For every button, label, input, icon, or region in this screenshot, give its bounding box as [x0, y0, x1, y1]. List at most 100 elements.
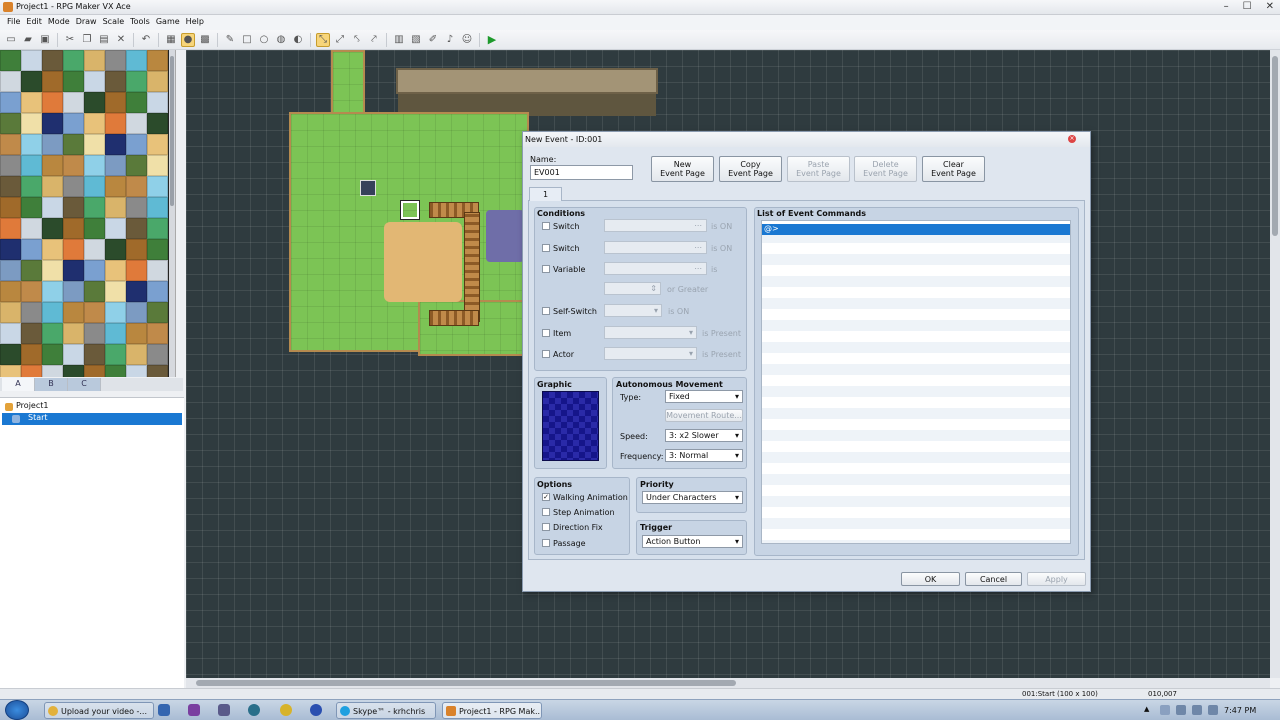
tileset-tile[interactable] — [84, 365, 105, 377]
tileset-tile[interactable] — [105, 113, 126, 134]
movement-type-select[interactable]: Fixed — [665, 390, 743, 403]
tileset-tile[interactable] — [105, 239, 126, 260]
tileset-tile[interactable] — [147, 239, 168, 260]
tileset-tile[interactable] — [42, 113, 63, 134]
tileset-tile[interactable] — [42, 155, 63, 176]
switch1-selector[interactable] — [604, 219, 707, 232]
tileset-tile[interactable] — [42, 365, 63, 377]
tileset-tile[interactable] — [63, 218, 84, 239]
tileset-tile[interactable] — [105, 197, 126, 218]
tray-volume-icon[interactable] — [1192, 705, 1202, 715]
tileset-tile[interactable] — [147, 71, 168, 92]
actor-selector[interactable] — [604, 347, 697, 360]
menu-scale[interactable]: Scale — [102, 15, 130, 30]
character-generator-icon[interactable]: ☺ — [460, 33, 474, 47]
tileset-tile[interactable] — [147, 260, 168, 281]
tileset-tile[interactable] — [0, 134, 21, 155]
tileset-tile[interactable] — [21, 50, 42, 71]
taskbar-rpgmaker-window[interactable]: Project1 - RPG Mak... — [442, 702, 542, 719]
new-project-icon[interactable]: ▭ — [4, 33, 18, 47]
tileset-tile[interactable] — [42, 344, 63, 365]
tileset-tile[interactable] — [0, 92, 21, 113]
tileset-tile[interactable] — [105, 260, 126, 281]
tray-network-icon[interactable] — [1176, 705, 1186, 715]
map-tree-project[interactable]: Project1 — [0, 401, 184, 413]
tileset-tile[interactable] — [147, 218, 168, 239]
tileset-tab-c[interactable]: C — [68, 378, 101, 391]
zoom-eighth-icon[interactable]: ⤤ — [367, 33, 381, 47]
dialog-title-bar[interactable]: New Event - ID:001 × — [523, 132, 1090, 147]
tileset-tile[interactable] — [126, 302, 147, 323]
tileset-tile[interactable] — [63, 260, 84, 281]
tileset-tab-a[interactable]: A — [2, 378, 35, 391]
tileset-tile[interactable] — [105, 365, 126, 377]
dialog-close-icon[interactable]: × — [1068, 135, 1076, 143]
save-project-icon[interactable]: ▣ — [38, 33, 52, 47]
tileset-tile[interactable] — [63, 92, 84, 113]
tileset-tile[interactable] — [105, 344, 126, 365]
tileset-tile[interactable] — [126, 323, 147, 344]
event-graphic-preview[interactable] — [542, 391, 599, 461]
map-tree-item-start[interactable]: Start — [2, 413, 182, 425]
tileset-tile[interactable] — [84, 92, 105, 113]
tileset-tile[interactable] — [42, 134, 63, 155]
tileset-tile[interactable] — [84, 260, 105, 281]
tileset-tile[interactable] — [126, 71, 147, 92]
menu-edit[interactable]: Edit — [25, 15, 47, 30]
tileset-tile[interactable] — [84, 323, 105, 344]
tileset-tile[interactable] — [42, 281, 63, 302]
tileset-tile[interactable] — [21, 155, 42, 176]
self-switch-selector[interactable] — [604, 304, 662, 317]
actor-checkbox[interactable] — [542, 350, 550, 358]
event-commands-list[interactable]: @> — [761, 220, 1071, 544]
menu-file[interactable]: File — [6, 15, 25, 30]
item-selector[interactable] — [604, 326, 697, 339]
ellipse-icon[interactable]: ○ — [257, 33, 271, 47]
menu-tools[interactable]: Tools — [129, 15, 155, 30]
tileset-tile[interactable] — [147, 92, 168, 113]
tileset-tab-b[interactable]: B — [35, 378, 68, 391]
tileset-tile[interactable] — [126, 134, 147, 155]
new-event-page-button[interactable]: New Event Page — [651, 156, 714, 182]
tileset-tile[interactable] — [63, 239, 84, 260]
movement-frequency-select[interactable]: 3: Normal — [665, 449, 743, 462]
app-icon-2[interactable] — [218, 704, 230, 716]
tileset-tile[interactable] — [84, 134, 105, 155]
tileset-tile[interactable] — [147, 323, 168, 344]
tray-flag-icon[interactable] — [1160, 705, 1170, 715]
sound-test-icon[interactable]: ♪ — [443, 33, 457, 47]
menu-mode[interactable]: Mode — [47, 15, 75, 30]
taskbar-skype-window[interactable]: Skype™ - krhchris — [336, 702, 436, 719]
tileset-tile[interactable] — [42, 302, 63, 323]
tileset-tile[interactable] — [42, 50, 63, 71]
tileset-tile[interactable] — [105, 155, 126, 176]
tileset-tile[interactable] — [21, 92, 42, 113]
tileset-tile[interactable] — [0, 218, 21, 239]
app-icon-5[interactable] — [310, 704, 322, 716]
menu-draw[interactable]: Draw — [75, 15, 102, 30]
tileset-tile[interactable] — [21, 344, 42, 365]
tileset-tile[interactable] — [63, 176, 84, 197]
resource-manager-icon[interactable]: ▧ — [409, 33, 423, 47]
tileset-tile[interactable] — [84, 155, 105, 176]
tileset-tile[interactable] — [21, 197, 42, 218]
switch1-checkbox[interactable] — [542, 222, 550, 230]
tileset-tile[interactable] — [126, 113, 147, 134]
tileset-tile[interactable] — [63, 50, 84, 71]
tileset-tile[interactable] — [105, 50, 126, 71]
tileset-tile[interactable] — [42, 176, 63, 197]
tileset-tile[interactable] — [126, 260, 147, 281]
tileset-tile[interactable] — [63, 134, 84, 155]
copy-event-page-button[interactable]: Copy Event Page — [719, 156, 782, 182]
undo-icon[interactable]: ↶ — [139, 33, 153, 47]
tileset-tile[interactable] — [0, 260, 21, 281]
tileset-tile[interactable] — [42, 71, 63, 92]
trigger-select[interactable]: Action Button — [642, 535, 743, 548]
tileset-tile[interactable] — [147, 365, 168, 377]
tileset-tile[interactable] — [0, 281, 21, 302]
tileset-tile[interactable] — [84, 197, 105, 218]
tileset-tile[interactable] — [84, 71, 105, 92]
tileset-tile[interactable] — [0, 176, 21, 197]
ok-button[interactable]: OK — [901, 572, 960, 586]
close-button[interactable]: ✕ — [1266, 1, 1274, 12]
